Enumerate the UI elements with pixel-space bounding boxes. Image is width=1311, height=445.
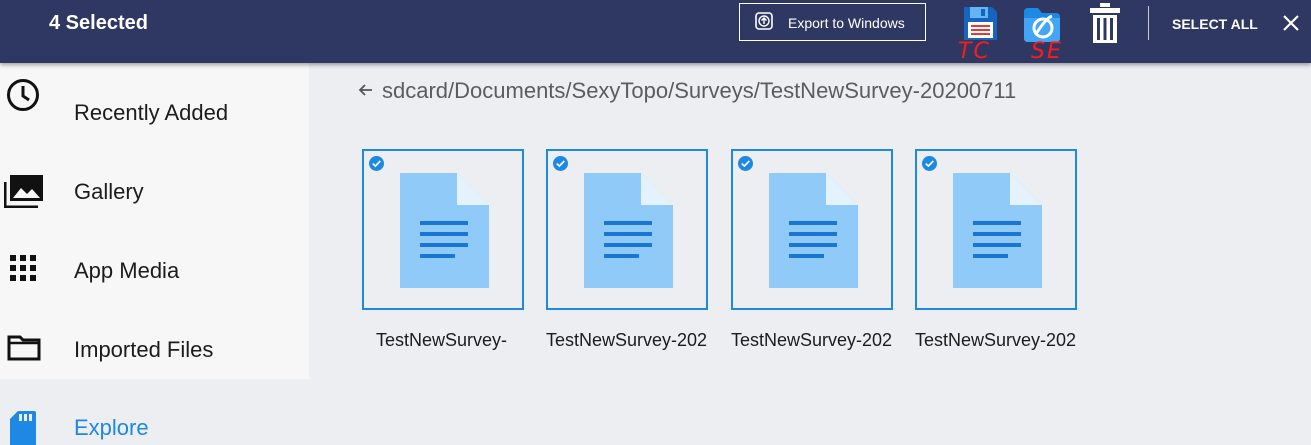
grid-icon — [10, 255, 36, 281]
file-tile[interactable] — [731, 149, 893, 310]
check-circle-icon — [738, 156, 753, 171]
sidebar: Recently Added Gallery App Media Importe… — [0, 63, 309, 445]
document-icon — [769, 173, 858, 288]
close-icon[interactable] — [1281, 13, 1301, 33]
file-name[interactable]: TestNewSurvey- — [376, 330, 507, 351]
floppy-disk-icon[interactable] — [961, 4, 999, 42]
sdcard-icon — [10, 411, 36, 445]
gallery-icon — [4, 175, 43, 208]
tc-annotation: TC — [958, 39, 991, 64]
document-icon — [584, 173, 673, 288]
trash-icon[interactable] — [1089, 2, 1121, 44]
se-annotation: SE — [1031, 39, 1063, 64]
check-circle-icon — [369, 156, 384, 171]
export-to-windows-button[interactable]: Export to Windows — [739, 3, 926, 41]
document-icon — [953, 173, 1042, 288]
file-name[interactable]: TestNewSurvey-202 — [731, 330, 892, 351]
clock-icon — [7, 79, 39, 111]
file-tile[interactable] — [362, 149, 524, 310]
file-tile[interactable] — [915, 149, 1077, 310]
sidebar-item-imported-files[interactable]: Imported Files — [0, 300, 309, 379]
file-explorer-icon[interactable] — [1022, 4, 1062, 44]
sidebar-item-label: App Media — [74, 258, 180, 283]
export-icon — [755, 12, 773, 30]
sidebar-item-label: Explore — [74, 415, 149, 440]
file-name[interactable]: TestNewSurvey-202 — [915, 330, 1076, 351]
breadcrumb-path: sdcard/Documents/SexyTopo/Surveys/TestNe… — [382, 78, 1017, 103]
document-icon — [400, 173, 489, 288]
file-name[interactable]: TestNewSurvey-202 — [546, 330, 707, 351]
select-all-button[interactable]: SELECT ALL — [1172, 16, 1258, 32]
toolbar-divider — [1148, 6, 1149, 40]
sidebar-item-label: Recently Added — [74, 100, 229, 125]
back-arrow-icon[interactable] — [358, 82, 374, 98]
sidebar-item-explore[interactable]: Explore — [0, 388, 309, 445]
sidebar-item-app-media[interactable]: App Media — [0, 221, 309, 300]
file-tile[interactable] — [546, 149, 708, 310]
sidebar-item-recently-added[interactable]: Recently Added — [0, 63, 309, 142]
check-circle-icon — [922, 156, 937, 171]
sidebar-item-label: Imported Files — [74, 337, 214, 362]
folder-icon — [7, 335, 41, 361]
selected-count: 4 Selected — [49, 12, 148, 34]
sidebar-item-label: Gallery — [74, 179, 144, 204]
check-circle-icon — [553, 156, 568, 171]
export-label: Export to Windows — [788, 15, 905, 31]
sidebar-item-gallery[interactable]: Gallery — [0, 142, 309, 221]
top-app-bar: 4 Selected Export to Windows TC SE SELEC… — [0, 0, 1311, 64]
